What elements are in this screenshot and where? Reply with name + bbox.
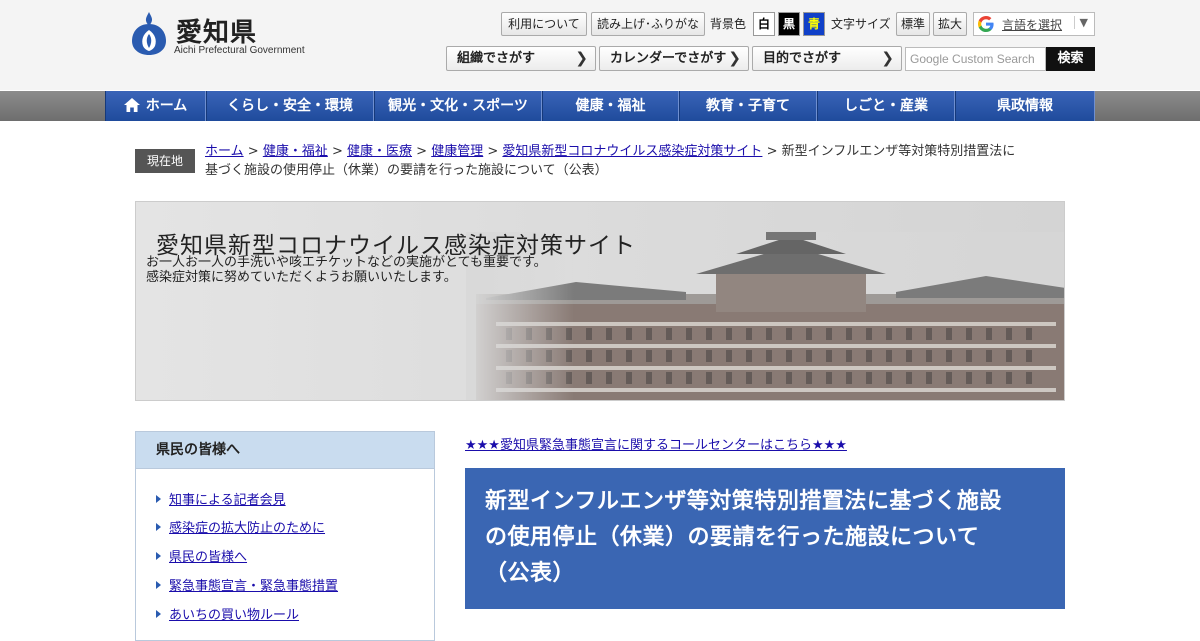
breadcrumb-separator: > (766, 144, 778, 159)
sidebar-item-prevention[interactable]: 感染症の拡大防止のために (156, 517, 325, 536)
chevron-right-icon: ❯ (575, 49, 588, 67)
sidebar-item-label: 知事による記者会見 (169, 493, 286, 508)
search-button[interactable]: 検索 (1046, 47, 1095, 71)
readaloud-button[interactable]: 読み上げ･ふりがな (591, 12, 705, 36)
sidebar: 県民の皆様へ 知事による記者会見 感染症の拡大防止のために 県民の皆様へ 緊急事… (135, 431, 435, 641)
breadcrumb-separator: > (247, 144, 259, 159)
triangle-bullet-icon (156, 581, 161, 589)
page-title-line: の使用停止（休業）の要請を行った施設について (485, 525, 980, 550)
breadcrumb-separator: > (416, 144, 428, 159)
breadcrumb: ホーム > 健康・福祉 > 健康・医療 > 健康管理 > 愛知県新型コロナウイル… (205, 142, 1075, 180)
breadcrumb-link[interactable]: ホーム (205, 144, 244, 159)
site-name-en: Aichi Prefectural Government (174, 45, 305, 56)
language-label: 言語を選択 (1002, 18, 1063, 32)
chevron-down-icon: ▼ (1073, 16, 1088, 29)
breadcrumb-link[interactable]: 健康管理 (431, 144, 483, 159)
sidebar-heading: 県民の皆様へ (136, 432, 434, 469)
nav-work[interactable]: しごと・産業 (817, 91, 955, 121)
find-by-purpose-button[interactable]: 目的でさがす ❯ (752, 46, 902, 71)
triangle-bullet-icon (156, 610, 161, 618)
nav-home-label: ホーム (145, 98, 188, 114)
google-g-icon (978, 16, 994, 32)
site-header: 愛知県 Aichi Prefectural Government 利用について … (0, 0, 1200, 90)
triangle-bullet-icon (156, 523, 161, 531)
bgcolor-label: 背景色 (710, 17, 747, 31)
global-nav: ホーム くらし・安全・環境 観光・文化・スポーツ 健康・福祉 教育・子育て しご… (105, 91, 1095, 121)
banner-message: お一人お一人の手洗いや咳エチケットなどの実施がとても重要です。 (146, 255, 547, 270)
bg-white-button[interactable]: 白 (753, 12, 775, 36)
page-title: 新型インフルエンザ等対策特別措置法に基づく施設 の使用停止（休業）の要請を行った… (485, 484, 1045, 592)
find-by-purpose-label: 目的でさがす (763, 51, 842, 66)
bg-blue-button[interactable]: 青 (803, 12, 825, 36)
find-by-org-button[interactable]: 組織でさがす ❯ (446, 46, 596, 71)
callcenter-notice-link[interactable]: ★★★愛知県緊急事態宣言に関するコールセンターはこちら★★★ (465, 434, 847, 453)
breadcrumb-separator: > (331, 144, 343, 159)
search-input[interactable]: Google Custom Search (905, 47, 1046, 71)
sidebar-item-label: 緊急事態宣言・緊急事態措置 (169, 579, 339, 594)
page-title-line: 新型インフルエンザ等対策特別措置法に基づく施設 (485, 489, 1002, 514)
breadcrumb-separator: > (487, 144, 499, 159)
nav-living[interactable]: くらし・安全・環境 (206, 91, 374, 121)
sidebar-item-label: あいちの買い物ルール (169, 608, 300, 623)
breadcrumb-label: 現在地 (135, 149, 195, 173)
page-title-box: 新型インフルエンザ等対策特別措置法に基づく施設 の使用停止（休業）の要請を行った… (465, 468, 1065, 609)
nav-government[interactable]: 県政情報 (955, 91, 1095, 121)
find-by-org-label: 組織でさがす (457, 51, 536, 66)
banner-message: 感染症対策に努めていただくようお願いいたします。 (146, 270, 457, 285)
chevron-right-icon: ❯ (728, 49, 741, 67)
fontsize-label: 文字サイズ (831, 17, 891, 31)
nav-education[interactable]: 教育・子育て (679, 91, 817, 121)
breadcrumb-link[interactable]: 健康・福祉 (263, 144, 328, 159)
find-by-calendar-label: カレンダーでさがす (610, 51, 727, 66)
language-select[interactable]: 言語を選択 ▼ (973, 12, 1095, 36)
font-standard-button[interactable]: 標準 (896, 12, 930, 36)
breadcrumb-link[interactable]: 愛知県新型コロナウイルス感染症対策サイト (502, 144, 762, 159)
page-title-line: （公表） (485, 561, 576, 586)
triangle-bullet-icon (156, 495, 161, 503)
sidebar-item-shopping[interactable]: あいちの買い物ルール (156, 604, 299, 623)
sidebar-item-emergency[interactable]: 緊急事態宣言・緊急事態措置 (156, 575, 338, 594)
triangle-bullet-icon (156, 552, 161, 560)
sidebar-item-press[interactable]: 知事による記者会見 (156, 489, 286, 508)
find-by-calendar-button[interactable]: カレンダーでさがす ❯ (599, 46, 749, 71)
nav-tourism[interactable]: 観光・文化・スポーツ (374, 91, 542, 121)
font-large-button[interactable]: 拡大 (933, 12, 967, 36)
bg-black-button[interactable]: 黒 (778, 12, 800, 36)
sidebar-item-label: 感染症の拡大防止のために (169, 521, 326, 536)
breadcrumb-current-cont: 基づく施設の使用停止（休業）の要請を行った施設について（公表） (205, 163, 608, 178)
breadcrumb-link[interactable]: 健康・医療 (347, 144, 412, 159)
usage-button[interactable]: 利用について (501, 12, 587, 36)
sidebar-item-residents[interactable]: 県民の皆様へ (156, 546, 247, 565)
house-icon (123, 98, 140, 112)
chevron-right-icon: ❯ (881, 49, 894, 67)
breadcrumb-current: 新型インフルエンザ等対策特別措置法に (781, 144, 1016, 159)
covid-site-banner[interactable]: 愛知県新型コロナウイルス感染症対策サイト お一人お一人の手洗いや咳エチケットなど… (135, 201, 1065, 401)
nav-health[interactable]: 健康・福祉 (542, 91, 679, 121)
nav-home[interactable]: ホーム (105, 91, 206, 121)
global-nav-bar: ホーム くらし・安全・環境 観光・文化・スポーツ 健康・福祉 教育・子育て しご… (0, 91, 1200, 121)
sidebar-item-label: 県民の皆様へ (169, 550, 248, 565)
